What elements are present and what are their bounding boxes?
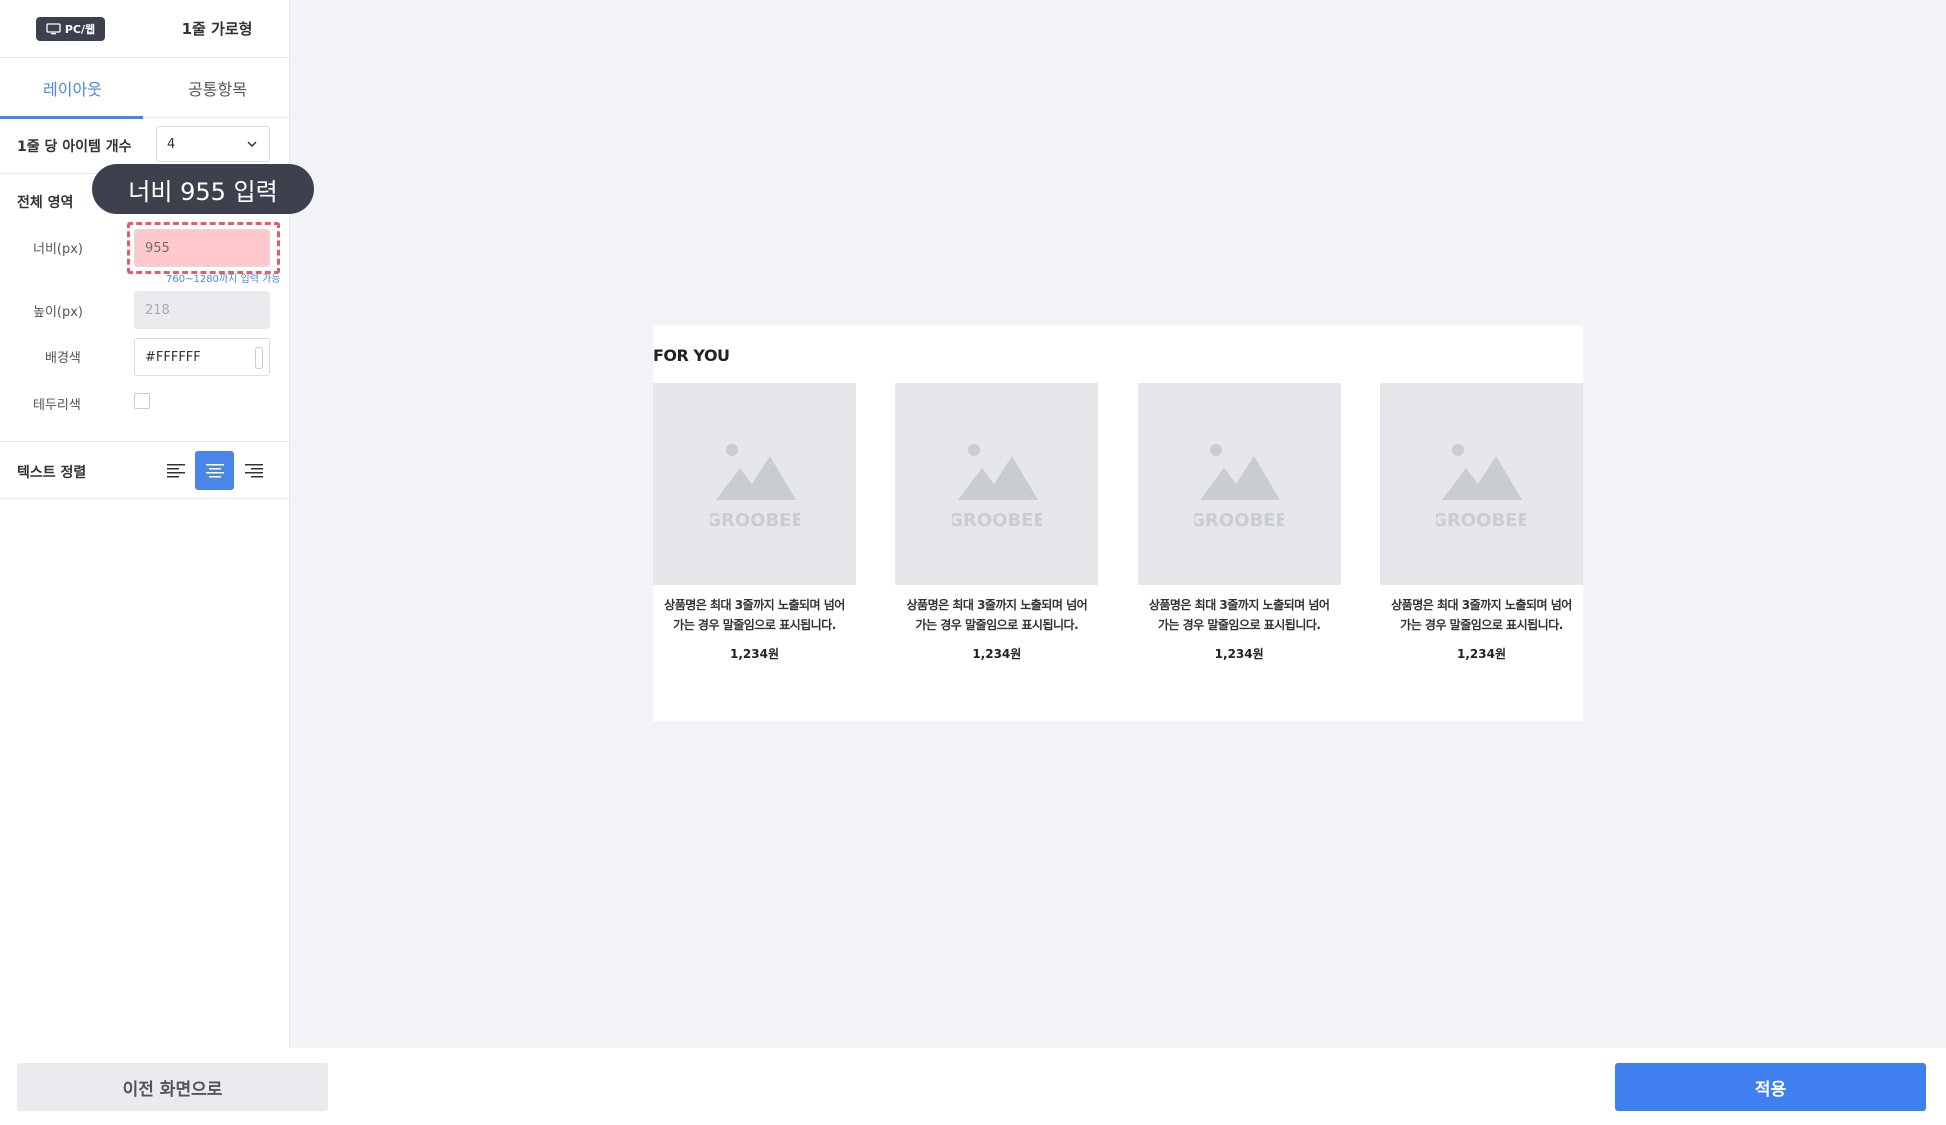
product-thumbnail: GROOBEE [1379,383,1583,585]
border-color-checkbox[interactable] [134,393,150,409]
product-price: 1,234원 [1456,647,1506,661]
image-placeholder-icon: GROOBEE [1194,444,1284,530]
items-per-row-label: 1줄 당 아이템 개수 [17,139,132,155]
height-label: 높이(px) [33,305,84,320]
bg-color-value: #FFFFFF [145,349,201,365]
preview-area: FOR YOU GROOBEE 상품명은 최대 3줄까지 노출되며 넘어 가는 … [290,0,1946,1048]
items-per-row-select[interactable]: 4 [156,126,270,162]
tab-layout[interactable]: 레이아웃 [0,58,145,119]
product-name-line: 가는 경우 말줄임으로 표시됩니다. [1400,618,1563,632]
product-name: 상품명은 최대 3줄까지 노출되며 넘어 가는 경우 말줄임으로 표시됩니다. [1138,595,1341,635]
text-align-label: 텍스트 정렬 [17,465,87,481]
preview-title: FOR YOU [653,346,730,365]
product-card: GROOBEE 상품명은 최대 3줄까지 노출되며 넘어 가는 경우 말줄임으로… [653,383,856,662]
text-align-buttons [156,451,273,490]
image-placeholder-icon: GROOBEE [1436,444,1526,530]
area-section: 전체 영역 너비(px) 955 760~1280까지 입력 가능 높이(px)… [0,174,290,442]
settings-sidebar: PC/웹 1줄 가로형 레이아웃 공통항목 1줄 당 아이템 개수 4 전체 영… [0,0,290,1048]
product-card: GROOBEE 상품명은 최대 3줄까지 노출되며 넘어 가는 경우 말줄임으로… [1137,383,1341,662]
chevron-down-icon [247,141,257,148]
items-per-row-value: 4 [167,136,176,152]
bg-color-label: 배경색 [45,351,81,366]
placeholder-brand: GROOBEE [952,510,1042,530]
product-price: 1,234원 [972,647,1022,661]
height-value: 218 [145,302,170,318]
footer-bar: 이전 화면으로 적용 [0,1048,1946,1125]
product-name-line: 가는 경우 말줄임으로 표시됩니다. [915,618,1079,632]
product-price: 1,234원 [730,647,779,661]
placeholder-brand: GROOBEE [1436,510,1526,530]
align-right-icon [244,463,263,477]
placeholder-brand: GROOBEE [1194,510,1284,530]
instruction-tooltip: 너비 955 입력 [92,164,314,214]
product-name-line: 가는 경우 말줄임으로 표시됩니다. [1157,618,1321,632]
align-left-button[interactable] [156,451,195,490]
tab-common[interactable]: 공통항목 [145,58,290,118]
device-badge-label: PC/웹 [64,23,96,36]
width-input[interactable]: 955 [134,229,270,267]
width-hint: 760~1280까지 입력 가능 [166,274,281,285]
width-label: 너비(px) [33,242,84,257]
product-name-line: 상품명은 최대 3줄까지 노출되며 넘어 [1148,598,1330,612]
product-name-line: 상품명은 최대 3줄까지 노출되며 넘어 [906,598,1088,612]
align-right-button[interactable] [234,451,273,490]
recommendation-preview: FOR YOU GROOBEE 상품명은 최대 3줄까지 노출되며 넘어 가는 … [653,325,1583,721]
product-thumbnail: GROOBEE [653,383,856,585]
product-card: GROOBEE 상품명은 최대 3줄까지 노출되며 넘어 가는 경우 말줄임으로… [895,383,1099,662]
device-badge: PC/웹 [36,17,105,41]
product-card: GROOBEE 상품명은 최대 3줄까지 노출되며 넘어 가는 경우 말줄임으로… [1379,383,1583,662]
apply-button[interactable]: 적용 [1615,1063,1926,1111]
bg-color-input[interactable]: #FFFFFF [134,338,270,376]
monitor-icon [46,23,61,35]
product-thumbnail: GROOBEE [1137,383,1341,585]
product-name: 상품명은 최대 3줄까지 노출되며 넘어 가는 경우 말줄임으로 표시됩니다. [653,595,856,635]
area-title: 전체 영역 [17,195,74,211]
text-align-section: 텍스트 정렬 [0,442,290,499]
placeholder-brand: GROOBEE [710,510,800,530]
product-thumbnail: GROOBEE [895,383,1099,585]
align-center-button[interactable] [195,451,234,490]
width-value: 955 [145,240,170,256]
product-name: 상품명은 최대 3줄까지 노출되며 넘어 가는 경우 말줄임으로 표시됩니다. [1380,595,1583,635]
product-price: 1,234원 [1214,647,1264,661]
sidebar-tabs: 레이아웃 공통항목 [0,58,290,119]
height-input: 218 [134,291,270,329]
prev-screen-button[interactable]: 이전 화면으로 [17,1063,328,1111]
image-placeholder-icon: GROOBEE [952,444,1042,530]
product-name: 상품명은 최대 3줄까지 노출되며 넘어 가는 경우 말줄임으로 표시됩니다. [895,595,1098,635]
product-name-line: 상품명은 최대 3줄까지 노출되며 넘어 [1391,598,1572,612]
color-swatch[interactable] [255,347,263,369]
product-cards: GROOBEE 상품명은 최대 3줄까지 노출되며 넘어 가는 경우 말줄임으로… [653,383,1583,662]
product-name-line: 상품명은 최대 3줄까지 노출되며 넘어 [664,598,845,612]
align-center-icon [205,463,224,477]
sidebar-header: PC/웹 1줄 가로형 [0,0,290,58]
layout-type-title: 1줄 가로형 [181,20,253,38]
align-left-icon [166,463,185,477]
border-color-label: 테두리색 [33,398,81,413]
product-name-line: 가는 경우 말줄임으로 표시됩니다. [673,618,836,632]
image-placeholder-icon: GROOBEE [710,444,800,530]
